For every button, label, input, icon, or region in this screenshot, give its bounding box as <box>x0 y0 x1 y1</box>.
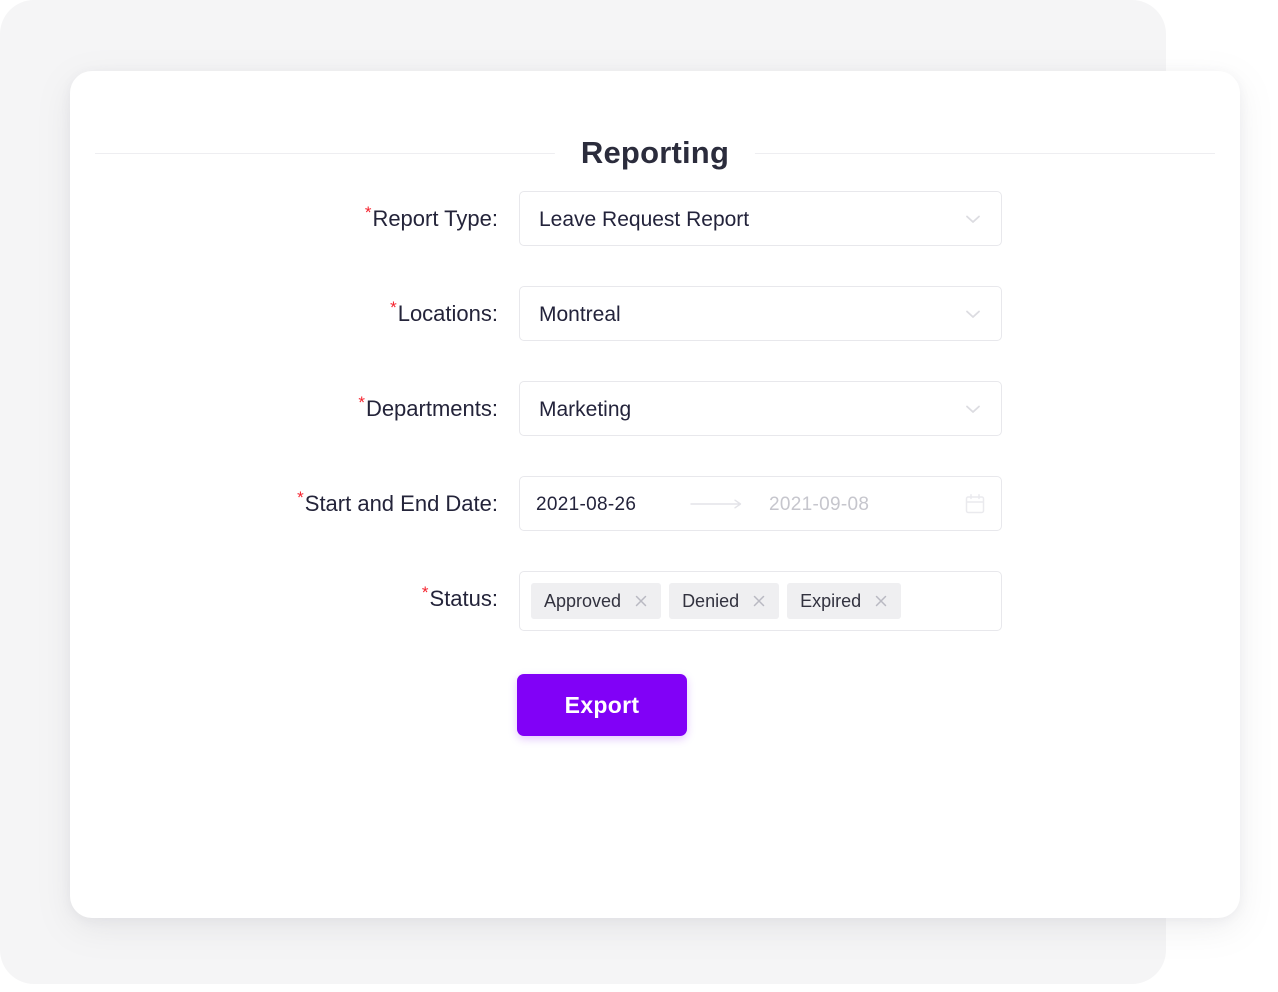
reporting-form: *Report Type: Leave Request Report *Loca… <box>70 191 1240 736</box>
form-row-departments: *Departments: Marketing <box>70 381 1240 476</box>
label-status: *Status: <box>70 571 498 626</box>
label-text: Locations: <box>397 301 498 326</box>
required-asterisk: * <box>364 202 372 222</box>
page-title: Reporting <box>554 129 756 177</box>
label-date-range: *Start and End Date: <box>70 476 498 531</box>
select-departments[interactable]: Marketing <box>519 381 1002 436</box>
arrow-right-icon <box>690 498 746 510</box>
end-date-input[interactable]: 2021-09-08 <box>769 477 869 532</box>
status-tag-label: Approved <box>544 590 622 611</box>
label-text: Start and End Date: <box>304 491 498 516</box>
form-row-report-type: *Report Type: Leave Request Report <box>70 191 1240 286</box>
screen: Reporting *Report Type: Leave Request Re… <box>0 0 1278 992</box>
form-row-locations: *Locations: Montreal <box>70 286 1240 381</box>
chevron-down-icon <box>962 398 984 420</box>
select-locations-value: Montreal <box>539 303 621 326</box>
form-row-status: *Status: Approved Denied Expired <box>70 571 1240 666</box>
required-asterisk: * <box>421 582 429 602</box>
select-report-type[interactable]: Leave Request Report <box>519 191 1002 246</box>
form-row-date-range: *Start and End Date: 2021-08-26 2021-09-… <box>70 476 1240 571</box>
label-locations: *Locations: <box>70 286 498 341</box>
select-report-type-value: Leave Request Report <box>539 208 750 231</box>
select-departments-value: Marketing <box>539 398 632 421</box>
start-date-input[interactable]: 2021-08-26 <box>536 477 636 532</box>
label-text: Departments: <box>365 396 498 421</box>
date-range-picker[interactable]: 2021-08-26 2021-09-08 <box>519 476 1002 531</box>
label-text: Status: <box>429 586 498 611</box>
select-locations[interactable]: Montreal <box>519 286 1002 341</box>
label-text: Report Type: <box>372 206 498 231</box>
status-tag[interactable]: Expired <box>787 583 902 619</box>
form-actions: Export <box>70 666 1240 736</box>
status-tag[interactable]: Denied <box>669 583 780 619</box>
label-report-type: *Report Type: <box>70 191 498 246</box>
status-tag-label: Expired <box>800 590 862 611</box>
required-asterisk: * <box>297 487 304 507</box>
chevron-down-icon <box>962 208 984 230</box>
close-icon[interactable] <box>748 590 770 612</box>
close-icon[interactable] <box>870 590 892 612</box>
status-multiselect[interactable]: Approved Denied Expired <box>519 571 1002 631</box>
reporting-card: Reporting *Report Type: Leave Request Re… <box>70 71 1240 918</box>
status-tag[interactable]: Approved <box>531 583 662 619</box>
label-departments: *Departments: <box>70 381 498 436</box>
chevron-down-icon <box>962 303 984 325</box>
status-tag-list: Approved Denied Expired <box>531 572 902 630</box>
export-button[interactable]: Export <box>517 674 687 736</box>
status-tag-label: Denied <box>682 590 740 611</box>
close-icon[interactable] <box>630 590 652 612</box>
required-asterisk: * <box>390 297 397 317</box>
card-header: Reporting <box>95 129 1215 177</box>
calendar-icon <box>963 492 987 516</box>
required-asterisk: * <box>358 392 365 412</box>
